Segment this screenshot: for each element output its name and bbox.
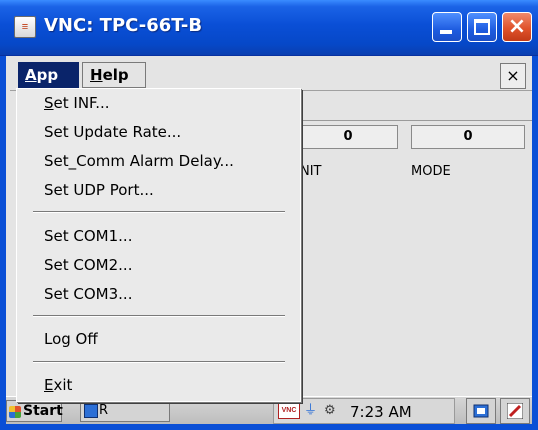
menu-separator	[33, 361, 285, 363]
menu-item-set-com2[interactable]: Set COM2...	[17, 253, 300, 277]
vnc-tray-icon[interactable]: VNC	[278, 403, 300, 419]
menu-help-rest: elp	[102, 66, 129, 84]
desktop-button[interactable]	[466, 398, 496, 424]
start-button[interactable]: Start	[6, 400, 63, 422]
menu-app[interactable]: App	[18, 62, 79, 88]
mode-caption: MODE	[411, 164, 451, 179]
menu-item-set-inf[interactable]: Set INF...	[17, 91, 300, 115]
input-panel-button[interactable]	[500, 398, 530, 424]
unit-value-box: 0	[298, 125, 398, 149]
minimize-icon	[440, 30, 452, 34]
window-title: VNC: TPC-66T-B	[44, 15, 203, 36]
pen-icon	[507, 403, 523, 419]
menu-item-set-update-rate[interactable]: Set Update Rate...	[17, 120, 300, 144]
taskbar-app-icon	[84, 404, 98, 418]
menu-item-set-com1[interactable]: Set COM1...	[17, 224, 300, 248]
menu-app-rest: pp	[36, 66, 59, 84]
menu-item-set-inf-label: et INF...	[53, 94, 110, 112]
windows-flag-icon	[9, 406, 21, 418]
menu-item-set-udp-port[interactable]: Set UDP Port...	[17, 178, 300, 202]
unit-caption: NIT	[300, 164, 322, 179]
taskbar-app-label: R	[99, 403, 109, 418]
start-label: Start	[23, 403, 63, 419]
menu-help-underline: H	[90, 66, 103, 84]
menu-item-set-comm-alarm-delay[interactable]: Set_Comm Alarm Delay...	[17, 149, 300, 173]
minimize-button[interactable]	[432, 12, 462, 42]
network-tray-icon[interactable]: ⏚	[304, 404, 322, 418]
menu-item-set-com3[interactable]: Set COM3...	[17, 282, 300, 306]
menu-item-set-inf-underline: S	[44, 94, 54, 112]
menu-bar: App Help ×	[10, 59, 532, 91]
panel-divider	[296, 120, 532, 121]
menu-item-log-off[interactable]: Log Off	[17, 327, 300, 351]
menu-separator	[33, 315, 285, 317]
vnc-app-icon: ≡	[14, 16, 36, 38]
close-window-button[interactable]: ×	[502, 12, 532, 42]
maximize-icon	[474, 19, 490, 35]
app-close-button[interactable]: ×	[500, 63, 526, 89]
menu-item-exit-label: xit	[53, 376, 73, 394]
window-titlebar[interactable]: ≡ VNC: TPC-66T-B ×	[0, 0, 538, 56]
menu-app-underline: A	[25, 66, 37, 84]
taskbar-app-button[interactable]: R	[80, 400, 170, 422]
menu-separator	[33, 211, 285, 213]
app-menu-dropdown: Set INF... Set Update Rate... Set_Comm A…	[16, 88, 301, 402]
mode-value-box: 0	[411, 125, 525, 149]
tray-clock[interactable]: 7:23 AM	[350, 402, 412, 422]
menu-help[interactable]: Help	[82, 62, 146, 88]
menu-item-exit[interactable]: Exit	[17, 373, 300, 397]
device-tray-icon[interactable]: ⚙	[324, 403, 342, 419]
close-icon: ×	[507, 14, 527, 39]
maximize-button[interactable]	[467, 12, 497, 42]
desktop-icon	[473, 404, 489, 418]
